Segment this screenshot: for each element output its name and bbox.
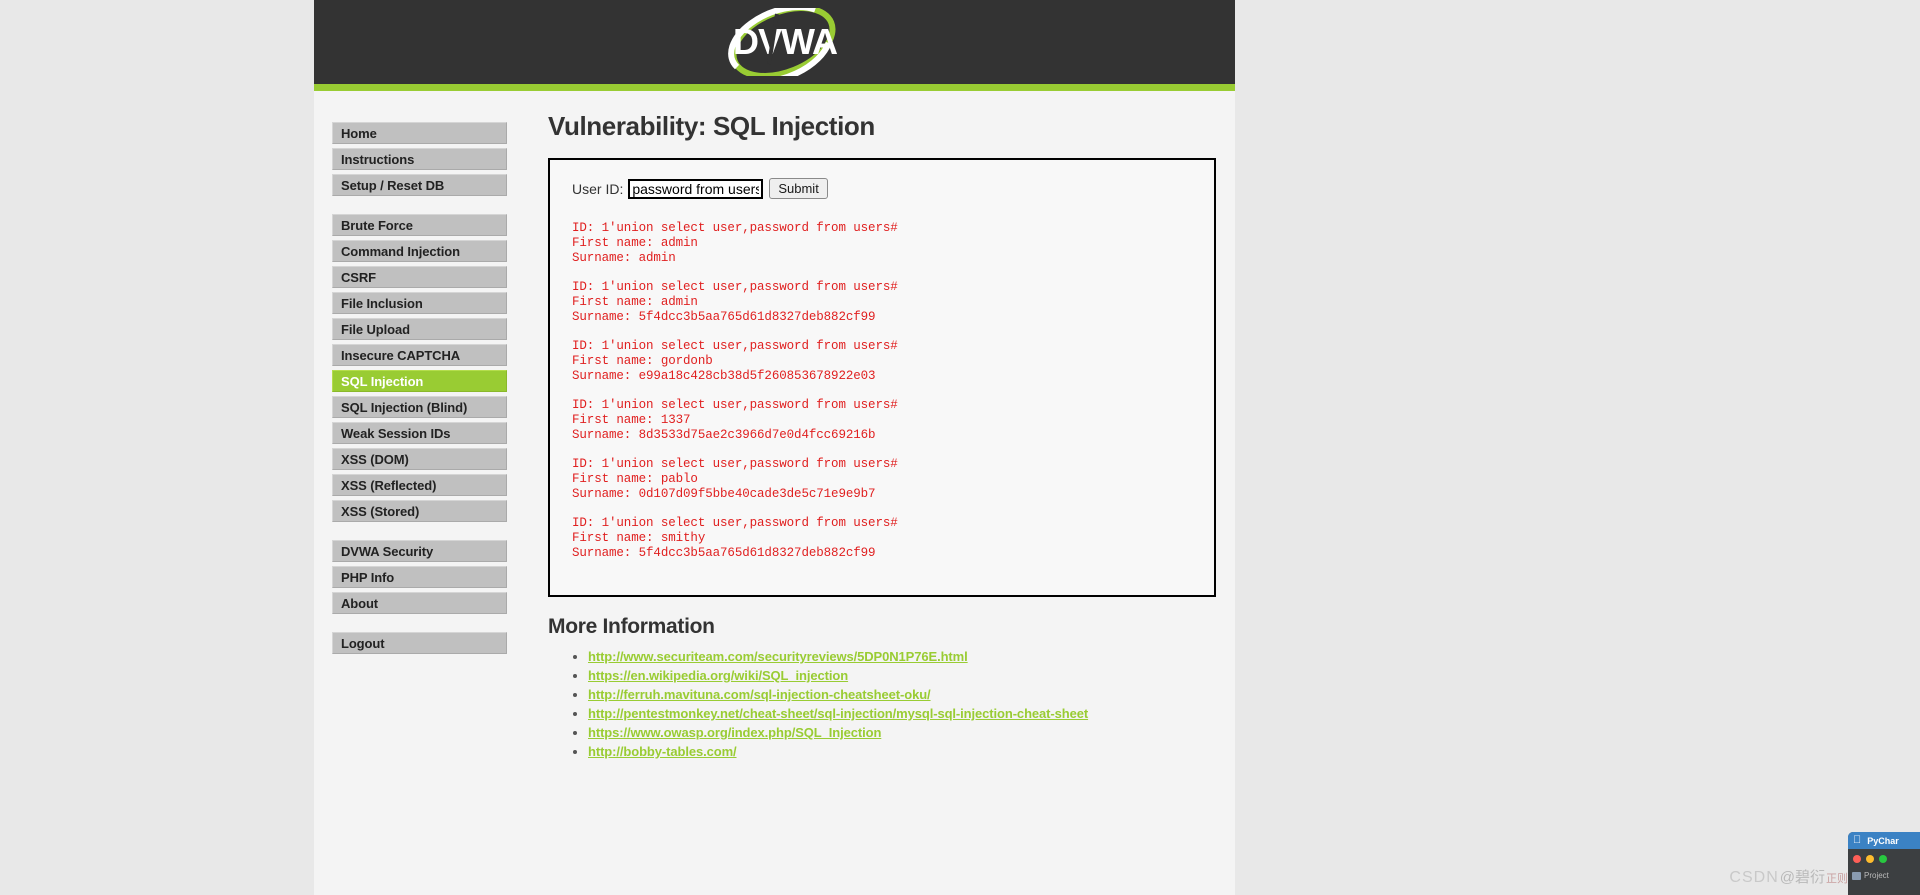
user-id-form: User ID: Submit [550, 178, 1214, 199]
result-row: ID: 1'union select user,password from us… [572, 280, 1214, 325]
sidebar-item-setup-reset-db[interactable]: Setup / Reset DB [332, 174, 507, 196]
body-area: Home Instructions Setup / Reset DB Brute… [314, 91, 1235, 895]
sidebar-item-instructions[interactable]: Instructions [332, 148, 507, 170]
list-item: http://pentestmonkey.net/cheat-sheet/sql… [588, 705, 1216, 723]
result-row: ID: 1'union select user,password from us… [572, 516, 1214, 561]
result-id: ID: 1'union select user,password from us… [572, 339, 898, 353]
sidebar-item-home[interactable]: Home [332, 122, 507, 144]
dvwa-logo: DVWA [665, 8, 885, 76]
list-item: https://en.wikipedia.org/wiki/SQL_inject… [588, 667, 1216, 685]
list-item: http://ferruh.mavituna.com/sql-injection… [588, 686, 1216, 704]
result-id: ID: 1'union select user,password from us… [572, 221, 898, 235]
sidebar-item-file-inclusion[interactable]: File Inclusion [332, 292, 507, 314]
result-row: ID: 1'union select user,password from us… [572, 398, 1214, 443]
result-id: ID: 1'union select user,password from us… [572, 516, 898, 530]
result-first-name: First name: pablo [572, 472, 698, 486]
watermark-user: @碧衍 [1779, 869, 1825, 886]
sidebar-item-csrf[interactable]: CSRF [332, 266, 507, 288]
watermark-prefix: CSDN [1729, 869, 1779, 886]
link-owasp[interactable]: https://www.owasp.org/index.php/SQL_Inje… [588, 725, 881, 740]
site-header: DVWA [314, 0, 1235, 84]
sidebar-item-php-info[interactable]: PHP Info [332, 566, 507, 588]
accent-bar [314, 84, 1235, 91]
list-item: https://www.owasp.org/index.php/SQL_Inje… [588, 724, 1216, 742]
result-row: ID: 1'union select user,password from us… [572, 457, 1214, 502]
apple-icon:  [1853, 835, 1861, 846]
sidebar-item-xss-stored[interactable]: XSS (Stored) [332, 500, 507, 522]
csdn-watermark: CSDN @碧衍 正则 [1729, 866, 1848, 887]
sidebar-item-brute-force[interactable]: Brute Force [332, 214, 507, 236]
sidebar-group-general: Home Instructions Setup / Reset DB [332, 122, 507, 196]
result-first-name: First name: 1337 [572, 413, 691, 427]
window-traffic-lights [1848, 849, 1920, 863]
pycharm-project-toolwindow[interactable]: Project [1848, 863, 1920, 880]
link-ferruh-mavituna[interactable]: http://ferruh.mavituna.com/sql-injection… [588, 687, 931, 702]
link-wikipedia[interactable]: https://en.wikipedia.org/wiki/SQL_inject… [588, 668, 848, 683]
pycharm-menubar:  PyChar [1848, 832, 1920, 849]
minimize-icon[interactable] [1866, 855, 1874, 863]
link-pentestmonkey[interactable]: http://pentestmonkey.net/cheat-sheet/sql… [588, 706, 1088, 721]
more-information-links: http://www.securiteam.com/securityreview… [548, 648, 1216, 761]
result-id: ID: 1'union select user,password from us… [572, 398, 898, 412]
result-surname: Surname: 5f4dcc3b5aa765d61d8327deb882cf9… [572, 310, 876, 324]
result-first-name: First name: admin [572, 295, 698, 309]
result-row: ID: 1'union select user,password from us… [572, 339, 1214, 384]
project-label: Project [1864, 871, 1889, 880]
pycharm-window[interactable]:  PyChar Project [1848, 832, 1920, 895]
vulnerability-panel: User ID: Submit ID: 1'union select user,… [548, 158, 1216, 597]
result-row: ID: 1'union select user,password from us… [572, 221, 1214, 266]
sidebar-item-sql-injection-blind[interactable]: SQL Injection (Blind) [332, 396, 507, 418]
result-surname: Surname: 5f4dcc3b5aa765d61d8327deb882cf9… [572, 546, 876, 560]
result-surname: Surname: e99a18c428cb38d5f260853678922e0… [572, 369, 876, 383]
sidebar-item-sql-injection[interactable]: SQL Injection [332, 370, 507, 392]
dvwa-logo-svg: DVWA [727, 8, 839, 76]
sidebar-item-insecure-captcha[interactable]: Insecure CAPTCHA [332, 344, 507, 366]
query-results: ID: 1'union select user,password from us… [550, 221, 1214, 561]
sidebar-item-weak-session-ids[interactable]: Weak Session IDs [332, 422, 507, 444]
sidebar-item-file-upload[interactable]: File Upload [332, 318, 507, 340]
close-icon[interactable] [1853, 855, 1861, 863]
sidebar-item-xss-reflected[interactable]: XSS (Reflected) [332, 474, 507, 496]
result-surname: Surname: admin [572, 251, 676, 265]
sidebar-group-settings: DVWA Security PHP Info About [332, 540, 507, 614]
screen: DVWA Home Instructions Setup / Reset DB … [0, 0, 1920, 895]
pycharm-app-name: PyChar [1859, 835, 1899, 846]
sidebar-item-xss-dom[interactable]: XSS (DOM) [332, 448, 507, 470]
maximize-icon[interactable] [1879, 855, 1887, 863]
link-securiteam[interactable]: http://www.securiteam.com/securityreview… [588, 649, 968, 664]
link-bobby-tables[interactable]: http://bobby-tables.com/ [588, 744, 737, 759]
sidebar-group-vulnerabilities: Brute Force Command Injection CSRF File … [332, 214, 507, 522]
sidebar-item-logout[interactable]: Logout [332, 632, 507, 654]
watermark-tail: 正则 [1826, 873, 1848, 885]
main-content: Vulnerability: SQL Injection User ID: Su… [548, 111, 1216, 762]
submit-button[interactable]: Submit [769, 178, 828, 199]
result-first-name: First name: gordonb [572, 354, 713, 368]
result-id: ID: 1'union select user,password from us… [572, 280, 898, 294]
more-information-title: More Information [548, 615, 715, 638]
result-first-name: First name: admin [572, 236, 698, 250]
dvwa-page: DVWA Home Instructions Setup / Reset DB … [314, 0, 1235, 895]
result-surname: Surname: 8d3533d75ae2c3966d7e0d4fcc69216… [572, 428, 876, 442]
list-item: http://bobby-tables.com/ [588, 743, 1216, 761]
sidebar-group-session: Logout [332, 632, 507, 654]
sidebar-item-command-injection[interactable]: Command Injection [332, 240, 507, 262]
sidebar-nav: Home Instructions Setup / Reset DB Brute… [332, 122, 507, 672]
page-title: Vulnerability: SQL Injection [548, 111, 875, 141]
result-surname: Surname: 0d107d09f5bbe40cade3de5c71e9e9b… [572, 487, 876, 501]
folder-icon [1852, 871, 1861, 880]
user-id-label: User ID: [572, 180, 624, 197]
sidebar-item-dvwa-security[interactable]: DVWA Security [332, 540, 507, 562]
svg-text:DVWA: DVWA [733, 21, 838, 62]
list-item: http://www.securiteam.com/securityreview… [588, 648, 1216, 666]
result-first-name: First name: smithy [572, 531, 706, 545]
sidebar-item-about[interactable]: About [332, 592, 507, 614]
result-id: ID: 1'union select user,password from us… [572, 457, 898, 471]
user-id-input[interactable] [628, 178, 764, 199]
